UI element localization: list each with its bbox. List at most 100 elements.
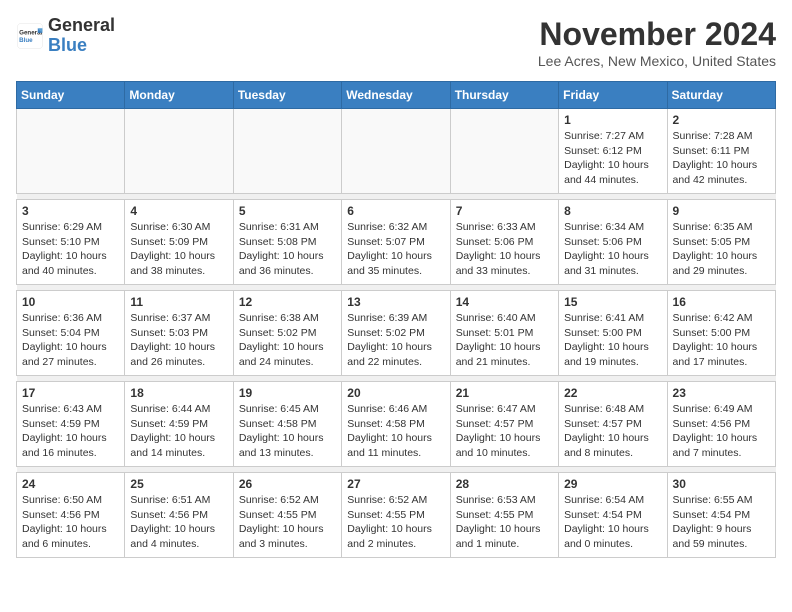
day-info: Sunrise: 6:45 AM Sunset: 4:58 PM Dayligh…	[239, 402, 336, 461]
day-number: 18	[130, 386, 227, 400]
day-info: Sunrise: 6:39 AM Sunset: 5:02 PM Dayligh…	[347, 311, 444, 370]
calendar-cell: 6 Sunrise: 6:32 AM Sunset: 5:07 PM Daylig…	[342, 200, 450, 285]
calendar-cell: 20Sunrise: 6:46 AM Sunset: 4:58 PM Dayli…	[342, 382, 450, 467]
day-number: 12	[239, 295, 336, 309]
day-info: Sunrise: 6:55 AM Sunset: 4:54 PM Dayligh…	[673, 493, 770, 552]
day-info: Sunrise: 6:33 AM Sunset: 5:06 PM Dayligh…	[456, 220, 553, 279]
calendar-cell: 16 Sunrise: 6:42 AM Sunset: 5:00 PM Dayli…	[667, 291, 775, 376]
calendar-cell: 14 Sunrise: 6:40 AM Sunset: 5:01 PM Dayli…	[450, 291, 558, 376]
day-info: Sunrise: 6:37 AM Sunset: 5:03 PM Dayligh…	[130, 311, 227, 370]
day-info: Sunrise: 7:27 AM Sunset: 6:12 PM Dayligh…	[564, 129, 661, 188]
weekday-header-wednesday: Wednesday	[342, 82, 450, 109]
calendar-week-row: 3 Sunrise: 6:29 AM Sunset: 5:10 PM Daylig…	[17, 200, 776, 285]
day-info: Sunrise: 6:35 AM Sunset: 5:05 PM Dayligh…	[673, 220, 770, 279]
calendar-cell: 27Sunrise: 6:52 AM Sunset: 4:55 PM Dayli…	[342, 473, 450, 558]
calendar-cell: 23Sunrise: 6:49 AM Sunset: 4:56 PM Dayli…	[667, 382, 775, 467]
logo: General Blue General Blue	[16, 16, 115, 56]
title-block: November 2024 Lee Acres, New Mexico, Uni…	[538, 16, 776, 69]
svg-text:Blue: Blue	[19, 37, 33, 44]
month-title: November 2024	[538, 16, 776, 53]
day-number: 7	[456, 204, 553, 218]
day-number: 6	[347, 204, 444, 218]
day-number: 14	[456, 295, 553, 309]
calendar-week-row: 17 Sunrise: 6:43 AM Sunset: 4:59 PM Dayli…	[17, 382, 776, 467]
weekday-header-tuesday: Tuesday	[233, 82, 341, 109]
day-number: 11	[130, 295, 227, 309]
day-number: 26	[239, 477, 336, 491]
day-info: Sunrise: 6:38 AM Sunset: 5:02 PM Dayligh…	[239, 311, 336, 370]
day-info: Sunrise: 6:32 AM Sunset: 5:07 PM Dayligh…	[347, 220, 444, 279]
day-info: Sunrise: 6:51 AM Sunset: 4:56 PM Dayligh…	[130, 493, 227, 552]
day-number: 21	[456, 386, 553, 400]
calendar-week-row: 24 Sunrise: 6:50 AM Sunset: 4:56 PM Dayli…	[17, 473, 776, 558]
day-info: Sunrise: 6:49 AM Sunset: 4:56 PM Dayligh…	[673, 402, 770, 461]
calendar-cell: 19 Sunrise: 6:45 AM Sunset: 4:58 PM Dayli…	[233, 382, 341, 467]
weekday-header-saturday: Saturday	[667, 82, 775, 109]
day-number: 19	[239, 386, 336, 400]
day-number: 22	[564, 386, 661, 400]
calendar-cell: 18 Sunrise: 6:44 AM Sunset: 4:59 PM Dayli…	[125, 382, 233, 467]
calendar-cell: 13 Sunrise: 6:39 AM Sunset: 5:02 PM Dayli…	[342, 291, 450, 376]
day-number: 13	[347, 295, 444, 309]
calendar-cell	[125, 109, 233, 194]
calendar-cell: 29Sunrise: 6:54 AM Sunset: 4:54 PM Dayli…	[559, 473, 667, 558]
weekday-header-thursday: Thursday	[450, 82, 558, 109]
weekday-header-friday: Friday	[559, 82, 667, 109]
calendar-cell: 11 Sunrise: 6:37 AM Sunset: 5:03 PM Dayli…	[125, 291, 233, 376]
day-number: 27	[347, 477, 444, 491]
calendar-cell: 2 Sunrise: 7:28 AM Sunset: 6:11 PM Daylig…	[667, 109, 775, 194]
day-info: Sunrise: 6:31 AM Sunset: 5:08 PM Dayligh…	[239, 220, 336, 279]
day-number: 2	[673, 113, 770, 127]
day-info: Sunrise: 6:40 AM Sunset: 5:01 PM Dayligh…	[456, 311, 553, 370]
calendar-cell	[450, 109, 558, 194]
calendar-cell: 9 Sunrise: 6:35 AM Sunset: 5:05 PM Daylig…	[667, 200, 775, 285]
location-text: Lee Acres, New Mexico, United States	[538, 53, 776, 69]
day-info: Sunrise: 6:52 AM Sunset: 4:55 PM Dayligh…	[239, 493, 336, 552]
day-number: 30	[673, 477, 770, 491]
calendar-cell: 21 Sunrise: 6:47 AM Sunset: 4:57 PM Dayli…	[450, 382, 558, 467]
day-number: 5	[239, 204, 336, 218]
day-number: 25	[130, 477, 227, 491]
day-number: 15	[564, 295, 661, 309]
calendar-cell: 3 Sunrise: 6:29 AM Sunset: 5:10 PM Daylig…	[17, 200, 125, 285]
calendar-cell: 24 Sunrise: 6:50 AM Sunset: 4:56 PM Dayli…	[17, 473, 125, 558]
calendar-table: SundayMondayTuesdayWednesdayThursdayFrid…	[16, 81, 776, 558]
day-info: Sunrise: 6:53 AM Sunset: 4:55 PM Dayligh…	[456, 493, 553, 552]
calendar-cell	[17, 109, 125, 194]
day-number: 1	[564, 113, 661, 127]
day-info: Sunrise: 6:34 AM Sunset: 5:06 PM Dayligh…	[564, 220, 661, 279]
day-info: Sunrise: 6:36 AM Sunset: 5:04 PM Dayligh…	[22, 311, 119, 370]
calendar-cell: 4 Sunrise: 6:30 AM Sunset: 5:09 PM Daylig…	[125, 200, 233, 285]
weekday-header-row: SundayMondayTuesdayWednesdayThursdayFrid…	[17, 82, 776, 109]
calendar-cell: 22Sunrise: 6:48 AM Sunset: 4:57 PM Dayli…	[559, 382, 667, 467]
day-number: 3	[22, 204, 119, 218]
day-info: Sunrise: 7:28 AM Sunset: 6:11 PM Dayligh…	[673, 129, 770, 188]
calendar-cell: 25 Sunrise: 6:51 AM Sunset: 4:56 PM Dayli…	[125, 473, 233, 558]
day-info: Sunrise: 6:42 AM Sunset: 5:00 PM Dayligh…	[673, 311, 770, 370]
page-header: General Blue General Blue November 2024 …	[16, 16, 776, 69]
day-number: 9	[673, 204, 770, 218]
day-info: Sunrise: 6:30 AM Sunset: 5:09 PM Dayligh…	[130, 220, 227, 279]
day-number: 20	[347, 386, 444, 400]
day-number: 16	[673, 295, 770, 309]
day-info: Sunrise: 6:43 AM Sunset: 4:59 PM Dayligh…	[22, 402, 119, 461]
calendar-week-row: 10Sunrise: 6:36 AM Sunset: 5:04 PM Dayli…	[17, 291, 776, 376]
day-info: Sunrise: 6:29 AM Sunset: 5:10 PM Dayligh…	[22, 220, 119, 279]
calendar-cell: 15Sunrise: 6:41 AM Sunset: 5:00 PM Dayli…	[559, 291, 667, 376]
calendar-cell: 30 Sunrise: 6:55 AM Sunset: 4:54 PM Dayli…	[667, 473, 775, 558]
calendar-cell: 5 Sunrise: 6:31 AM Sunset: 5:08 PM Daylig…	[233, 200, 341, 285]
day-info: Sunrise: 6:44 AM Sunset: 4:59 PM Dayligh…	[130, 402, 227, 461]
calendar-week-row: 1 Sunrise: 7:27 AM Sunset: 6:12 PM Daylig…	[17, 109, 776, 194]
day-number: 28	[456, 477, 553, 491]
day-number: 29	[564, 477, 661, 491]
day-info: Sunrise: 6:47 AM Sunset: 4:57 PM Dayligh…	[456, 402, 553, 461]
day-number: 24	[22, 477, 119, 491]
calendar-cell: 8 Sunrise: 6:34 AM Sunset: 5:06 PM Daylig…	[559, 200, 667, 285]
day-number: 8	[564, 204, 661, 218]
day-number: 4	[130, 204, 227, 218]
logo-general-text: General	[48, 15, 115, 35]
calendar-cell	[233, 109, 341, 194]
day-number: 17	[22, 386, 119, 400]
day-info: Sunrise: 6:50 AM Sunset: 4:56 PM Dayligh…	[22, 493, 119, 552]
weekday-header-monday: Monday	[125, 82, 233, 109]
